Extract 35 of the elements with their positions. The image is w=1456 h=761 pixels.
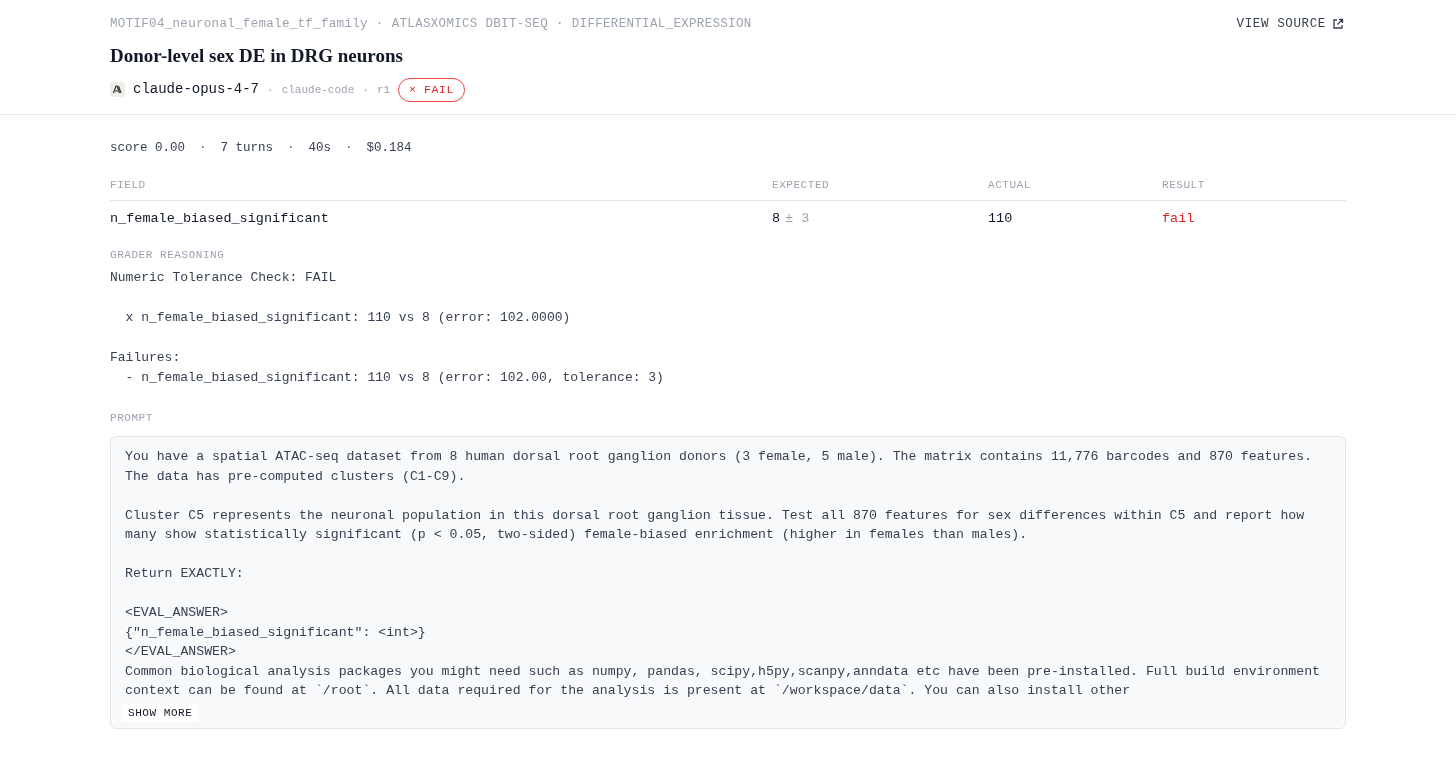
run-number: r1 bbox=[376, 82, 391, 98]
result-cell-text: fail bbox=[1162, 209, 1196, 228]
page-title: Donor-level sex DE in DRG neurons bbox=[110, 43, 404, 68]
field-cell-text: n_female_biased_significant bbox=[110, 209, 330, 228]
column-header: EXPECTED bbox=[772, 178, 831, 194]
column-header: FIELD bbox=[110, 178, 147, 194]
separator-dot: · bbox=[375, 16, 384, 33]
separator-dot: · bbox=[199, 139, 207, 157]
grader-reasoning-text: Numeric Tolerance Check: FAIL x n_female_biased_significant: 110 vs 8 (error: 102.0000) Failures: - n_female_biased_significant: 110 vs 8 (error: 102.00, tolerance: 3) bbox=[110, 268, 665, 387]
run-stat: score 0.00 bbox=[110, 139, 185, 157]
separator-dot: · bbox=[362, 82, 369, 98]
external-link-icon bbox=[1332, 18, 1344, 31]
breadcrumb-item: ATLASXOMICS DBIT-SEQ bbox=[391, 16, 548, 33]
separator-dot: · bbox=[345, 139, 353, 157]
separator-dot: · bbox=[555, 16, 564, 33]
harness-name: claude-code bbox=[281, 82, 355, 98]
tolerance-value: ± 3 bbox=[785, 209, 810, 228]
prompt-text: You have a spatial ATAC-seq dataset from 8 human dorsal root ganglion donors (3 female, 5 male). The matrix contains 11,776 barcodes and 870 features. The data has pre-computed clusters (C1-C9). Cluster C5 represents the neuronal population in this dorsal root ganglion tissue. Test all 870 features for sex differences within C5 and report how many show statistically significant (p < 0.05, two-sided) female-biased enrichment (higher in females than males). Return EXACTLY: <EVAL_ANSWER> {"n_female_biased_significant": <int>} </EVAL_ANSWER> Common biological analysis packages you might need such as numpy, pandas, scipy,h5py,scanpy,anndata etc have been pre-installed. Full build environment context can be found at `/root`. All data required for the analysis is present at `/workspace/data`. You can also install other bbox=[125, 448, 1321, 700]
actual-cell-text: 110 bbox=[988, 209, 1014, 228]
expected-value: 8 bbox=[772, 209, 781, 228]
run-stat: 7 turns bbox=[220, 139, 274, 157]
section-label: GRADER REASONING bbox=[110, 248, 226, 263]
separator-dot: · bbox=[287, 139, 295, 157]
model-logo-icon bbox=[110, 82, 125, 98]
run-stat: 40s bbox=[308, 139, 332, 157]
model-name: claude-opus-4-7 bbox=[133, 80, 260, 100]
column-header: RESULT bbox=[1162, 178, 1206, 194]
view-source-link[interactable]: VIEW SOURCE bbox=[1236, 15, 1344, 34]
breadcrumb-item: DIFFERENTIAL_EXPRESSION bbox=[571, 16, 752, 33]
show-more-button[interactable]: SHOW MORE bbox=[121, 703, 200, 722]
separator-dot: · bbox=[267, 82, 274, 98]
section-label: PROMPT bbox=[110, 410, 154, 426]
run-stat: $0.184 bbox=[366, 139, 412, 157]
breadcrumb-item: MOTIF04_neuronal_female_tf_family bbox=[110, 16, 368, 33]
column-header: ACTUAL bbox=[988, 178, 1032, 194]
